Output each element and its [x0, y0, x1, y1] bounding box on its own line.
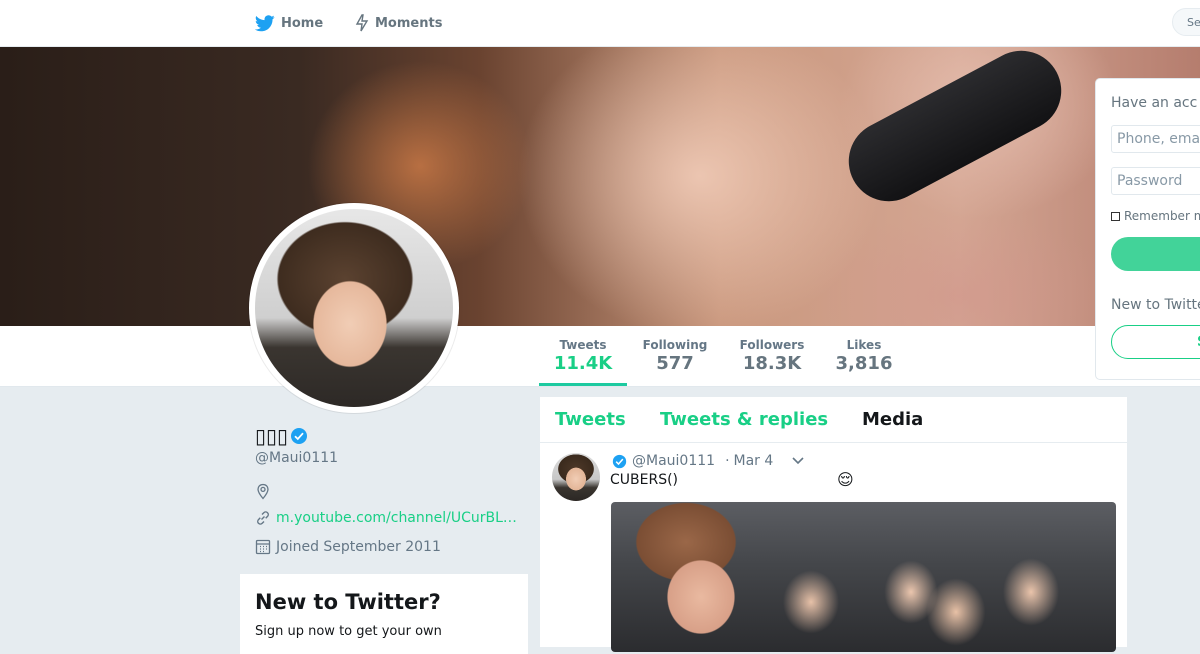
password-placeholder: Password: [1117, 173, 1183, 189]
search-input[interactable]: Se: [1172, 8, 1200, 36]
profile-name[interactable]: ▯▯▯: [255, 424, 288, 448]
stat-following-label: Following: [642, 338, 708, 352]
joined-row: Joined September 2011: [255, 538, 441, 555]
stat-tweets[interactable]: Tweets 11.4K: [539, 326, 627, 386]
signup-button[interactable]: S: [1111, 325, 1200, 359]
microphone-shape: [834, 46, 1076, 216]
tweet-handle[interactable]: @Maui0111: [632, 453, 715, 469]
tweet[interactable]: @Maui0111 · Mar 4 CUBERS() 😌: [540, 443, 1127, 653]
stat-followers[interactable]: Followers 18.3K: [734, 326, 810, 386]
website-link[interactable]: m.youtube.com/channel/UCurBL…: [276, 510, 517, 526]
tab-tweets-replies[interactable]: Tweets & replies: [660, 409, 828, 430]
stat-tweets-label: Tweets: [559, 338, 607, 352]
avatar[interactable]: [255, 209, 453, 407]
tweet-date[interactable]: Mar 4: [734, 453, 774, 469]
nav-moments[interactable]: Moments: [355, 0, 442, 46]
password-field[interactable]: Password: [1111, 167, 1200, 195]
verified-badge-icon: [291, 428, 308, 444]
stat-followers-value: 18.3K: [742, 353, 802, 374]
phone-email-placeholder: Phone, emai: [1117, 131, 1200, 147]
profile-name-row: ▯▯▯: [255, 424, 308, 448]
login-title: Have an acc: [1111, 95, 1198, 111]
location-row: [255, 483, 276, 500]
stat-tweets-value: 11.4K: [553, 353, 613, 374]
nav-home-label: Home: [281, 15, 324, 31]
lightning-icon: [355, 14, 369, 32]
timeline: Tweets Tweets & replies Media @Maui0111 …: [540, 397, 1127, 652]
stat-following-value: 577: [656, 353, 694, 374]
stat-likes-label: Likes: [846, 338, 882, 352]
profile-avatar-frame: [249, 203, 459, 413]
profile-handle[interactable]: @Maui0111: [255, 450, 338, 466]
tweet-emoji: 😌: [837, 470, 854, 489]
tab-media[interactable]: Media: [862, 409, 923, 430]
profile-nav: Tweets 11.4K Following 577 Followers 18.…: [0, 326, 1200, 387]
website-row: m.youtube.com/channel/UCurBL…: [255, 510, 517, 526]
phone-email-field[interactable]: Phone, emai: [1111, 125, 1200, 153]
twitter-bird-icon: [255, 14, 275, 31]
tweet-avatar[interactable]: [552, 453, 600, 501]
verified-badge-icon: [612, 454, 627, 468]
stat-likes-value: 3,816: [835, 353, 893, 374]
calendar-icon: [255, 539, 271, 555]
link-icon: [257, 511, 269, 525]
search-placeholder: Se: [1187, 16, 1200, 29]
nav-moments-label: Moments: [375, 15, 443, 31]
new-to-twitter-card: New to Twitter? Sign up now to get your …: [240, 574, 528, 654]
new-to-twitter-label: New to Twitte: [1111, 297, 1200, 313]
remember-me-row: Remember m: [1111, 209, 1200, 223]
login-button[interactable]: [1111, 237, 1200, 271]
timeline-tabs: Tweets Tweets & replies Media: [540, 397, 1127, 443]
remember-me-label: Remember m: [1124, 209, 1200, 223]
new-to-twitter-subtitle: Sign up now to get your own: [255, 624, 442, 639]
joined-date: Joined September 2011: [276, 538, 441, 555]
tweet-header: @Maui0111 · Mar 4: [612, 453, 805, 469]
chevron-down-icon[interactable]: [791, 456, 805, 466]
nav-home[interactable]: Home: [255, 0, 323, 46]
remember-me-checkbox[interactable]: [1111, 211, 1120, 221]
stat-likes[interactable]: Likes 3,816: [830, 326, 898, 386]
stat-following[interactable]: Following 577: [637, 326, 713, 386]
top-navigation-bar: Home Moments Se: [0, 0, 1200, 47]
tweet-separator: ·: [725, 453, 730, 469]
tweet-text: CUBERS(): [610, 472, 679, 488]
tab-tweets[interactable]: Tweets: [555, 409, 626, 430]
new-to-twitter-title: New to Twitter?: [255, 590, 441, 614]
profile-header-image: [0, 46, 1200, 326]
location-pin-icon: [257, 483, 269, 500]
stat-followers-label: Followers: [739, 338, 805, 352]
login-card: Have an acc Phone, emai Password Remembe…: [1095, 78, 1200, 380]
